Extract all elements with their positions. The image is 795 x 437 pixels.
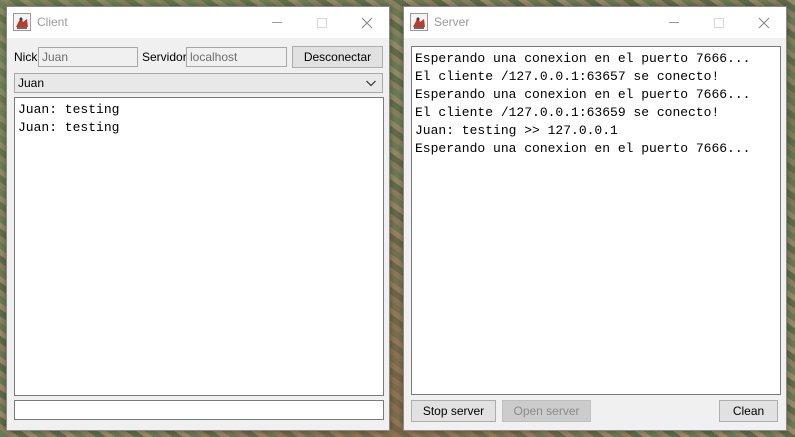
user-select[interactable]: Juan xyxy=(14,73,383,93)
log-line: Juan: testing >> 127.0.0.1 xyxy=(415,123,618,138)
stop-server-button[interactable]: Stop server xyxy=(411,400,496,422)
log-line: Esperando una conexion en el puerto 7666… xyxy=(415,141,751,156)
maximize-icon[interactable] xyxy=(696,7,741,38)
nick-field[interactable]: Juan xyxy=(38,47,138,67)
chevron-down-icon xyxy=(366,80,376,87)
server-host-field[interactable]: localhost xyxy=(186,47,287,67)
desktop-background: Client Nick Juan Servidor localhost Desc… xyxy=(0,0,795,437)
log-line: Esperando una conexion en el puerto 7666… xyxy=(415,87,751,102)
minimize-icon[interactable] xyxy=(254,7,299,38)
close-icon[interactable] xyxy=(344,7,389,38)
client-titlebar[interactable]: Client xyxy=(7,7,389,38)
server-window: Server Esperando una conexion en el puer… xyxy=(403,6,787,431)
nick-label: Nick xyxy=(14,50,38,64)
close-icon[interactable] xyxy=(741,7,786,38)
server-label: Servidor xyxy=(142,50,187,64)
chat-messages-area[interactable]: Juan: testing Juan: testing xyxy=(14,97,384,396)
maximize-icon[interactable] xyxy=(299,7,344,38)
java-app-icon xyxy=(410,13,428,31)
open-server-button[interactable]: Open server xyxy=(502,400,591,422)
java-app-icon xyxy=(13,13,31,31)
log-line: El cliente /127.0.0.1:63657 se conecto! xyxy=(415,69,720,84)
client-window-title: Client xyxy=(37,15,68,29)
client-window: Client Nick Juan Servidor localhost Desc… xyxy=(6,6,390,431)
minimize-icon[interactable] xyxy=(651,7,696,38)
chat-message: Juan: testing xyxy=(18,120,120,135)
user-select-value: Juan xyxy=(18,76,45,90)
server-window-title: Server xyxy=(434,15,470,29)
log-line: Esperando una conexion en el puerto 7666… xyxy=(415,51,751,66)
server-titlebar[interactable]: Server xyxy=(404,7,786,38)
chat-message: Juan: testing xyxy=(18,102,120,117)
message-input[interactable] xyxy=(14,400,384,420)
clean-button[interactable]: Clean xyxy=(719,400,778,422)
server-log-area[interactable]: Esperando una conexion en el puerto 7666… xyxy=(411,46,781,395)
log-line: El cliente /127.0.0.1:63659 se conecto! xyxy=(415,105,720,120)
disconnect-button[interactable]: Desconectar xyxy=(292,46,383,68)
